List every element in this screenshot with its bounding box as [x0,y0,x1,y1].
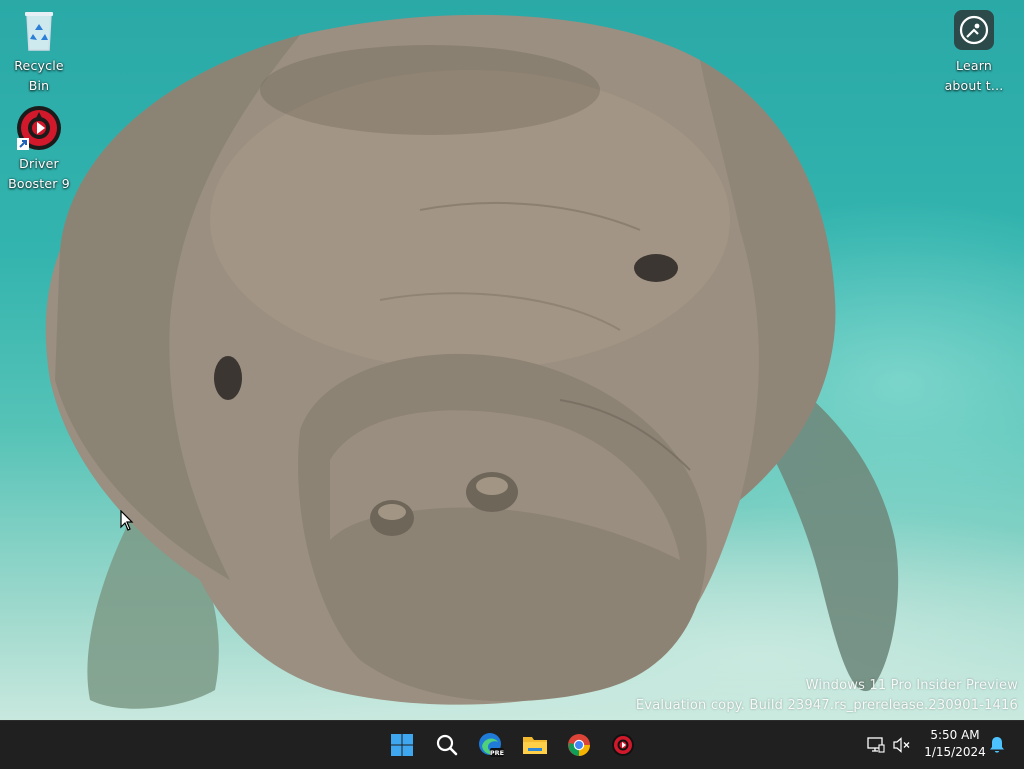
notifications-button[interactable] [985,733,1009,757]
file-explorer-button[interactable] [519,729,551,761]
edge-preview-badge: PRE [490,749,504,757]
windows-start-icon [391,734,413,756]
network-icon [867,737,885,753]
desktop-icon-learn-about-windows[interactable]: Learn about t... [934,0,1014,96]
recycle-bin-icon [15,6,63,54]
wallpaper-manatee [45,14,899,709]
start-button[interactable] [386,729,418,761]
notification-bell-icon [990,737,1004,753]
desktop-icon-driver-booster[interactable]: Driver Booster 9 [0,98,79,194]
watermark-line-1: Windows 11 Pro Insider Preview [805,678,1018,693]
driver-booster-label: Driver Booster 9 [8,156,70,191]
recycle-bin-label: Recycle Bin [14,58,64,93]
clock[interactable]: 5:50 AM 1/15/2024 [920,727,990,761]
edge-preview-button[interactable]: PRE [475,729,507,761]
taskbar: PRE 5:50 AM 1/15/2024 [0,720,1024,769]
clock-time: 5:50 AM [930,728,980,742]
learn-about-windows-label: Learn about t... [944,58,1004,93]
driver-booster-icon [15,104,63,152]
chrome-icon [568,734,590,756]
desktop[interactable]: Recycle Bin Driver Booster 9 Learn about… [0,0,1024,720]
chrome-button[interactable] [563,729,595,761]
network-tray-button[interactable] [864,733,888,757]
evaluation-watermark: Windows 11 Pro Insider Preview Evaluatio… [636,676,1018,716]
edge-preview-icon: PRE [479,733,504,757]
file-explorer-icon [523,737,547,754]
mouse-cursor-icon [120,510,134,531]
driver-booster-taskbar-icon [612,734,634,756]
search-icon [436,734,458,756]
watermark-line-2: Evaluation copy. Build 23947.rs_prerelea… [635,698,1018,713]
learn-about-windows-icon [950,6,998,54]
clock-date: 1/15/2024 [924,745,986,759]
search-button[interactable] [431,729,463,761]
desktop-icon-recycle-bin[interactable]: Recycle Bin [0,0,79,96]
volume-muted-icon [893,737,910,753]
driver-booster-taskbar-button[interactable] [607,729,639,761]
volume-tray-button[interactable] [890,733,914,757]
